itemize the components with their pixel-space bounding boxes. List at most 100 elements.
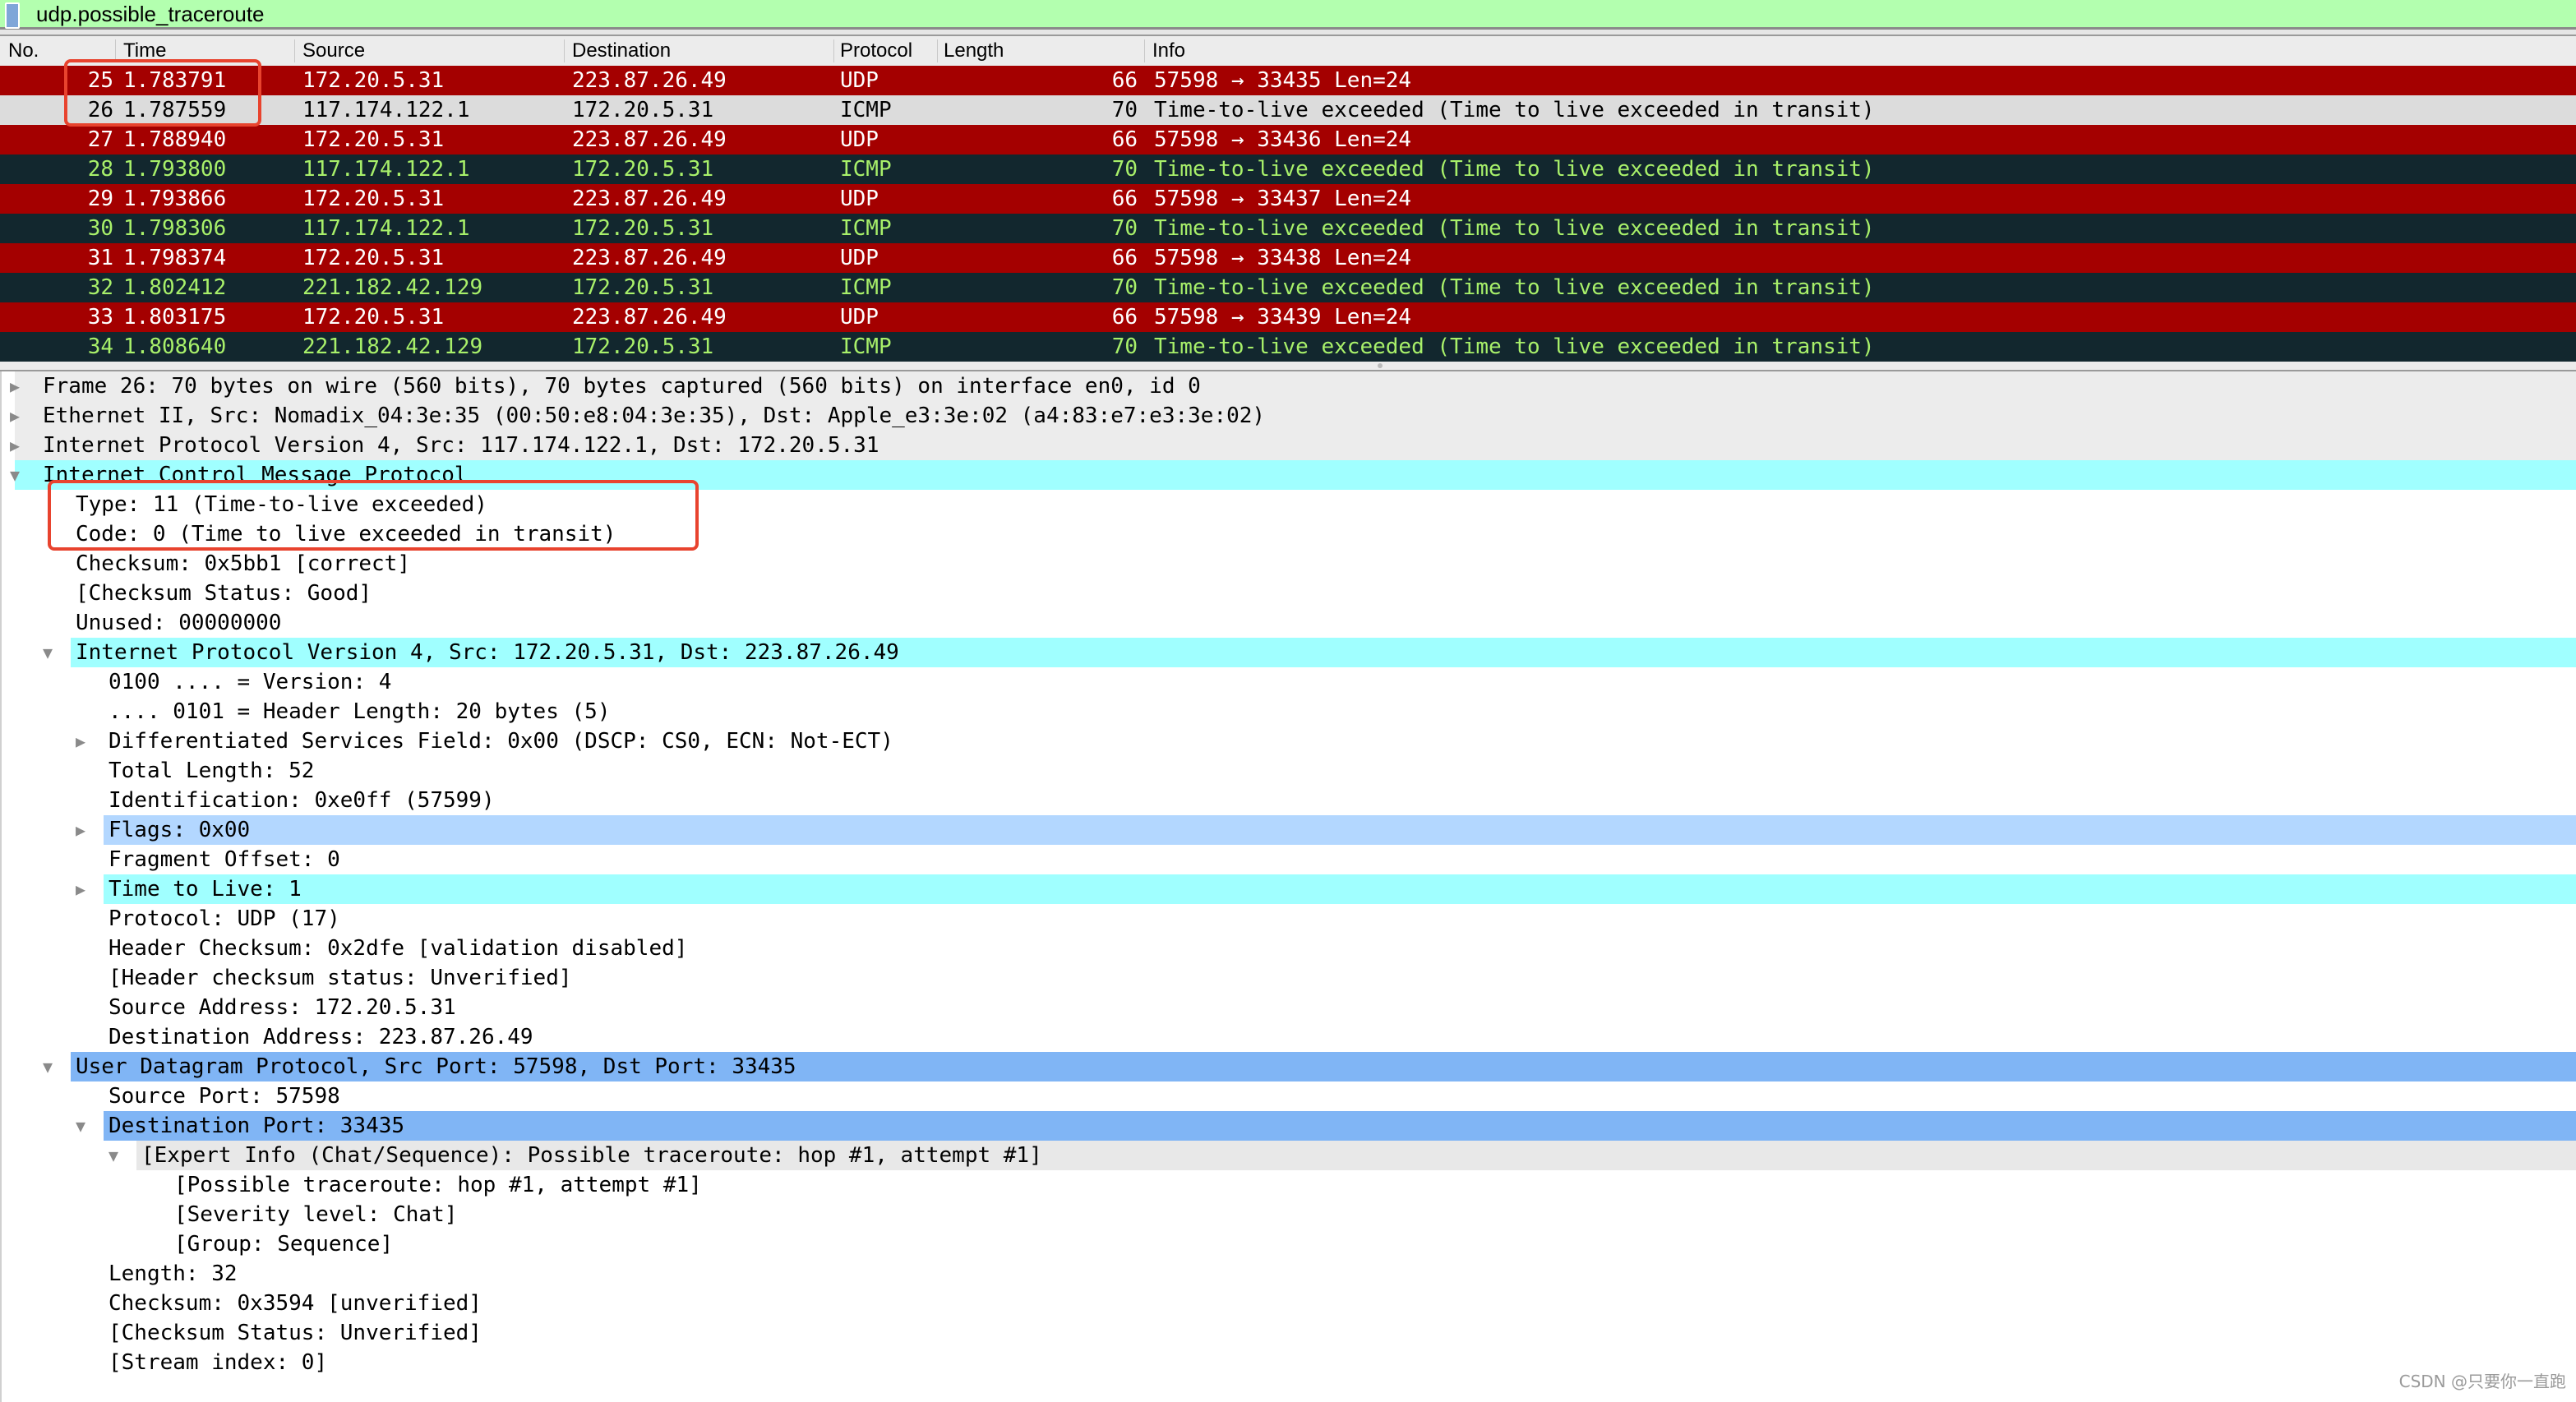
splitter-handle-icon[interactable] (1378, 363, 1383, 368)
tree-item[interactable]: [Checksum Status: Unverified] (0, 1318, 2576, 1348)
tree-item-label: Protocol: UDP (17) (108, 906, 340, 931)
tree-item[interactable]: Source Address: 172.20.5.31 (0, 993, 2576, 1022)
packet-destination: 223.87.26.49 (572, 305, 727, 330)
packet-source: 172.20.5.31 (302, 68, 445, 93)
tree-item[interactable]: ▶ Internet Protocol Version 4, Src: 117.1… (0, 431, 2576, 460)
tree-item[interactable]: [Stream index: 0] (0, 1348, 2576, 1377)
tree-item-label: [Expert Info (Chat/Sequence): Possible t… (141, 1143, 1042, 1168)
tree-item[interactable]: [Header checksum status: Unverified] (0, 963, 2576, 993)
tree-item[interactable]: Destination Address: 223.87.26.49 (0, 1022, 2576, 1052)
packet-row[interactable]: 31 1.798374 172.20.5.31 223.87.26.49 UDP 66 57… (0, 243, 2576, 273)
column-separator[interactable] (1144, 39, 1145, 62)
tree-item[interactable]: Fragment Offset: 0 (0, 845, 2576, 874)
tree-item[interactable]: ▼ Internet Protocol Version 4, Src: 172.2… (0, 638, 2576, 667)
column-separator[interactable] (564, 39, 565, 62)
tree-item-label: Total Length: 52 (108, 759, 315, 783)
packet-destination: 223.87.26.49 (572, 127, 727, 152)
packet-info: 57598 → 33435 Len=24 (1154, 68, 1412, 93)
packet-source: 221.182.42.129 (302, 275, 483, 300)
packet-protocol: ICMP (840, 98, 892, 122)
packet-row[interactable]: 30 1.798306 117.174.122.1 172.20.5.31 ICMP 70… (0, 214, 2576, 243)
tree-item-label: Source Address: 172.20.5.31 (108, 995, 456, 1020)
expanded-arrow-icon[interactable]: ▼ (43, 1052, 59, 1081)
tree-item-label: Flags: 0x00 (108, 818, 251, 842)
tree-item[interactable]: Checksum: 0x5bb1 [correct] (0, 549, 2576, 579)
tree-item[interactable]: [Possible traceroute: hop #1, attempt #1… (0, 1170, 2576, 1200)
tree-item[interactable]: [Checksum Status: Good] (0, 579, 2576, 608)
collapsed-arrow-icon[interactable]: ▶ (10, 371, 26, 401)
tree-item-label: Length: 32 (108, 1261, 238, 1286)
collapsed-arrow-icon[interactable]: ▶ (10, 431, 26, 460)
packet-source: 117.174.122.1 (302, 98, 470, 122)
packet-protocol: ICMP (840, 275, 892, 300)
packet-protocol: ICMP (840, 334, 892, 359)
column-separator[interactable] (294, 39, 295, 62)
packet-row[interactable]: 33 1.803175 172.20.5.31 223.87.26.49 UDP 66 57… (0, 302, 2576, 332)
packet-time: 1.798374 (123, 246, 227, 270)
packet-length: 66 (1111, 305, 1138, 330)
column-header-protocol[interactable]: Protocol (840, 39, 912, 62)
packet-info: 57598 → 33438 Len=24 (1154, 246, 1412, 270)
column-separator[interactable] (833, 39, 834, 62)
tree-item[interactable]: ▼ [Expert Info (Chat/Sequence): Possible … (0, 1141, 2576, 1170)
expanded-arrow-icon[interactable]: ▼ (43, 638, 59, 667)
packet-list-header: No. Time Source Destination Protocol Len… (0, 36, 2576, 66)
packet-source: 172.20.5.31 (302, 305, 445, 330)
tree-item-label: [Header checksum status: Unverified] (108, 966, 572, 990)
packet-row[interactable]: 27 1.788940 172.20.5.31 223.87.26.49 UDP 66 57… (0, 125, 2576, 154)
tree-item[interactable]: Source Port: 57598 (0, 1081, 2576, 1111)
tree-item[interactable]: Identification: 0xe0ff (57599) (0, 786, 2576, 815)
tree-item[interactable]: Length: 32 (0, 1259, 2576, 1289)
tree-item[interactable]: Protocol: UDP (17) (0, 904, 2576, 934)
packet-length: 70 (1111, 334, 1138, 359)
tree-item[interactable]: ▶ Ethernet II, Src: Nomadix_04:3e:35 (00:… (0, 401, 2576, 431)
packet-row[interactable]: 32 1.802412 221.182.42.129 172.20.5.31 ICMP 7… (0, 273, 2576, 302)
tree-item[interactable]: ▼ Destination Port: 33435 (0, 1111, 2576, 1141)
column-header-length[interactable]: Length (944, 39, 1004, 62)
tree-item[interactable]: 0100 .... = Version: 4 (0, 667, 2576, 697)
column-header-no[interactable]: No. (8, 39, 39, 62)
tree-item[interactable]: ▶ Flags: 0x00 (0, 815, 2576, 845)
packet-row[interactable]: 34 1.808640 221.182.42.129 172.20.5.31 ICMP 7… (0, 332, 2576, 362)
tree-item[interactable]: Header Checksum: 0x2dfe [validation disa… (0, 934, 2576, 963)
column-separator[interactable] (937, 39, 938, 62)
tree-item[interactable]: [Severity level: Chat] (0, 1200, 2576, 1229)
collapsed-arrow-icon[interactable]: ▶ (76, 726, 92, 756)
column-header-source[interactable]: Source (302, 39, 365, 62)
tree-item-label: User Datagram Protocol, Src Port: 57598,… (76, 1054, 796, 1079)
packet-row[interactable]: 26 1.787559 117.174.122.1 172.20.5.31 ICMP 70… (0, 95, 2576, 125)
tree-item[interactable]: [Group: Sequence] (0, 1229, 2576, 1259)
display-filter-input[interactable]: udp.possible_traceroute (36, 2, 265, 27)
expanded-arrow-icon[interactable]: ▼ (76, 1111, 92, 1141)
highlight-box-icmp-type-code (48, 480, 699, 551)
packet-row[interactable]: 25 1.783791 172.20.5.31 223.87.26.49 UDP 66 57… (0, 66, 2576, 95)
tree-item[interactable]: ▶ Differentiated Services Field: 0x00 (DS… (0, 726, 2576, 756)
tree-item[interactable]: ▶ Frame 26: 70 bytes on wire (560 bits), … (0, 371, 2576, 401)
packet-info: Time-to-live exceeded (Time to live exce… (1154, 157, 1875, 182)
packet-length: 70 (1111, 216, 1138, 241)
tree-item[interactable]: Total Length: 52 (0, 756, 2576, 786)
expanded-arrow-icon[interactable]: ▼ (10, 460, 26, 490)
packet-row[interactable]: 29 1.793866 172.20.5.31 223.87.26.49 UDP 66 57… (0, 184, 2576, 214)
display-filter-bar[interactable]: udp.possible_traceroute (0, 0, 2576, 30)
tree-item[interactable]: Checksum: 0x3594 [unverified] (0, 1289, 2576, 1318)
tree-item[interactable]: ▼ User Datagram Protocol, Src Port: 57598… (0, 1052, 2576, 1081)
tree-item[interactable]: ▶ Time to Live: 1 (0, 874, 2576, 904)
tree-item-label: Destination Address: 223.87.26.49 (108, 1025, 533, 1049)
expanded-arrow-icon[interactable]: ▼ (108, 1141, 125, 1170)
collapsed-arrow-icon[interactable]: ▶ (76, 815, 92, 845)
tree-item[interactable]: Unused: 00000000 (0, 608, 2576, 638)
tree-item[interactable]: .... 0101 = Header Length: 20 bytes (5) (0, 697, 2576, 726)
packet-protocol: ICMP (840, 157, 892, 182)
pane-splitter[interactable] (0, 362, 2576, 371)
collapsed-arrow-icon[interactable]: ▶ (10, 401, 26, 431)
packet-time: 1.793866 (123, 187, 227, 211)
collapsed-arrow-icon[interactable]: ▶ (76, 874, 92, 904)
column-header-info[interactable]: Info (1152, 39, 1185, 62)
column-header-destination[interactable]: Destination (572, 39, 671, 62)
packet-destination: 172.20.5.31 (572, 157, 714, 182)
packet-info: Time-to-live exceeded (Time to live exce… (1154, 334, 1875, 359)
packet-no: 30 (87, 216, 113, 241)
packet-row[interactable]: 28 1.793800 117.174.122.1 172.20.5.31 ICMP 70… (0, 154, 2576, 184)
bookmark-icon[interactable] (5, 2, 20, 29)
